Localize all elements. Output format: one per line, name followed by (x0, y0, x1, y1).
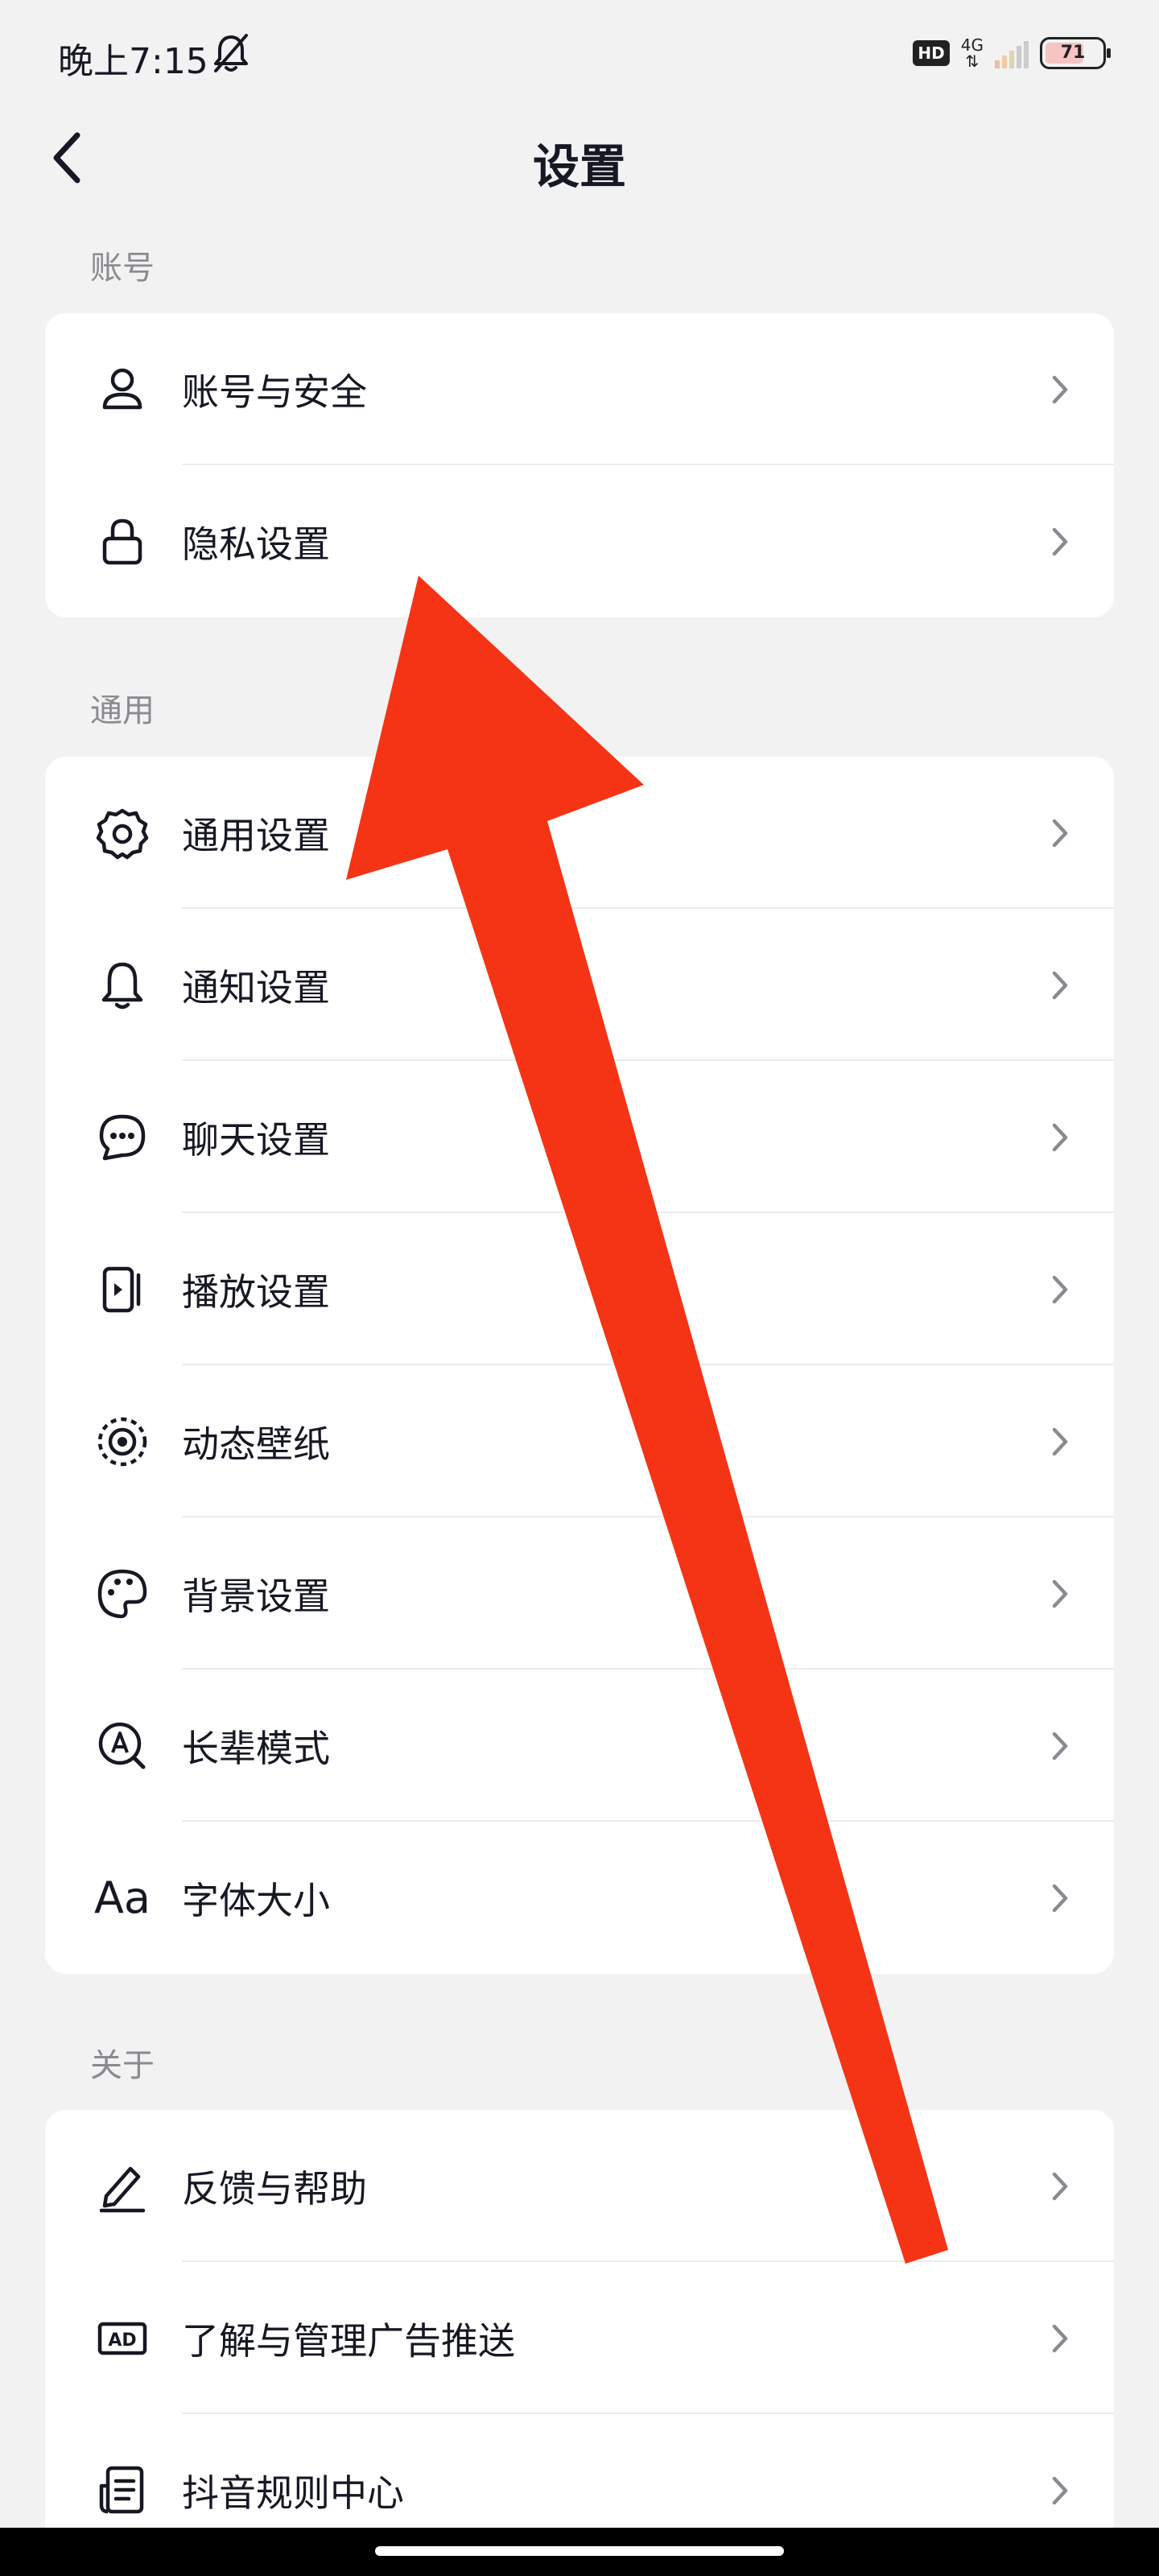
play-phone-icon (90, 1257, 155, 1322)
settings-item-label: 通知设置 (182, 965, 330, 1009)
bell-icon (90, 953, 155, 1018)
settings-item-account-security[interactable]: 账号与安全 (45, 313, 1114, 465)
settings-item-label: 隐私设置 (182, 522, 330, 566)
hd-badge: HD (913, 40, 950, 66)
settings-item-font-size[interactable]: Aa 字体大小 (45, 1822, 1114, 1974)
settings-item-privacy[interactable]: 隐私设置 (45, 465, 1114, 617)
chat-bubble-icon (90, 1105, 155, 1170)
settings-item-label: 聊天设置 (182, 1117, 330, 1162)
home-indicator[interactable] (375, 2546, 784, 2556)
status-bar: 晚上7:15 HD 4G ⇅ 71 (0, 0, 1159, 105)
chevron-right-icon (1052, 1579, 1068, 1608)
svg-text:AD: AD (108, 2330, 136, 2351)
signal-icon (995, 38, 1029, 68)
settings-item-label: 动态壁纸 (182, 1422, 330, 1466)
document-icon (90, 2458, 155, 2523)
settings-item-feedback[interactable]: 反馈与帮助 (45, 2110, 1114, 2262)
chevron-right-icon (1052, 2172, 1068, 2200)
settings-item-label: 了解与管理广告推送 (182, 2318, 515, 2363)
data-arrows-icon: ⇅ (965, 52, 980, 71)
section-label-general: 通用 (90, 692, 155, 729)
network-type: 4G ⇅ (961, 37, 984, 69)
settings-item-elder-mode[interactable]: 长辈模式 (45, 1670, 1114, 1822)
font-size-icon: Aa (90, 1866, 155, 1930)
section-label-about: 关于 (90, 2047, 155, 2084)
palette-icon (90, 1562, 155, 1626)
settings-item-live-wallpaper[interactable]: 动态壁纸 (45, 1365, 1114, 1517)
chevron-right-icon (1052, 1884, 1068, 1912)
about-card: 反馈与帮助 AD 了解与管理广告推送 抖音规则中心 (45, 2110, 1114, 2566)
chevron-right-icon (1052, 527, 1068, 555)
settings-item-notifications[interactable]: 通知设置 (45, 909, 1114, 1061)
chevron-right-icon (1052, 2324, 1068, 2352)
settings-item-label: 抖音规则中心 (182, 2471, 404, 2515)
chevron-right-icon (1052, 971, 1068, 999)
lock-icon (90, 510, 155, 574)
chevron-right-icon (1052, 1123, 1068, 1151)
ad-icon: AD (90, 2306, 155, 2371)
settings-item-label: 反馈与帮助 (182, 2166, 367, 2211)
chevron-right-icon (1052, 819, 1068, 847)
chevron-right-icon (1052, 1275, 1068, 1303)
header: 设置 (0, 105, 1159, 209)
chevron-right-icon (1052, 1427, 1068, 1455)
account-card: 账号与安全 隐私设置 (45, 313, 1114, 617)
battery-level: 71 (1060, 43, 1086, 63)
bell-off-icon (214, 34, 248, 72)
settings-item-background[interactable]: 背景设置 (45, 1517, 1114, 1670)
chevron-right-icon (1052, 2476, 1068, 2504)
settings-item-label: 播放设置 (182, 1269, 330, 1314)
settings-item-chat[interactable]: 聊天设置 (45, 1061, 1114, 1213)
gear-icon (90, 801, 155, 865)
general-card: 通用设置 通知设置 聊天设置 播放设置 动态壁纸 背景设置 长辈模式 Aa 字体… (45, 757, 1114, 1974)
elder-mode-icon (90, 1714, 155, 1778)
gesture-bar (0, 2528, 1159, 2576)
font-size-glyph: Aa (93, 1872, 151, 1923)
settings-item-ad-management[interactable]: AD 了解与管理广告推送 (45, 2262, 1114, 2414)
live-wallpaper-icon (90, 1410, 155, 1474)
section-label-account: 账号 (90, 250, 155, 287)
settings-item-general[interactable]: 通用设置 (45, 757, 1114, 909)
chevron-right-icon (1052, 375, 1068, 403)
pencil-icon (90, 2154, 155, 2219)
settings-item-label: 账号与安全 (182, 369, 367, 414)
settings-item-label: 通用设置 (182, 813, 330, 857)
status-indicators: HD 4G ⇅ 71 (913, 31, 1111, 76)
user-icon (90, 357, 155, 422)
settings-item-label: 背景设置 (182, 1574, 330, 1618)
chevron-right-icon (1052, 1732, 1068, 1760)
page-title: 设置 (532, 139, 626, 194)
status-time: 晚上7:15 (58, 41, 208, 82)
settings-item-label: 长辈模式 (182, 1726, 330, 1770)
battery-icon: 71 (1040, 37, 1111, 69)
settings-item-playback[interactable]: 播放设置 (45, 1213, 1114, 1365)
settings-item-label: 字体大小 (182, 1878, 330, 1922)
